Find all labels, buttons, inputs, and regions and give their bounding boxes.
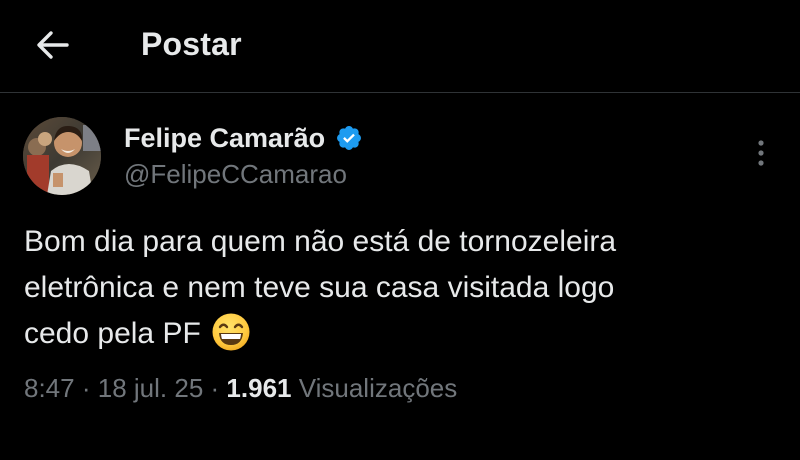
author-handle[interactable]: @FelipeCCamarao	[124, 157, 347, 191]
post-text: Bom dia para quem não está de tornozelei…	[24, 219, 784, 357]
avatar[interactable]	[23, 117, 101, 195]
more-vertical-icon	[758, 140, 764, 166]
more-options-button[interactable]	[746, 133, 776, 173]
post-text-line: eletrônica e nem teve sua casa visitada …	[24, 271, 615, 304]
arrow-left-icon	[37, 31, 69, 59]
author-row: Felipe Camarão	[124, 121, 363, 155]
top-bar: Postar	[0, 0, 800, 93]
post-text-line: cedo pela PF	[24, 311, 784, 357]
meta-separator: ·	[81, 373, 91, 403]
post-text-line-content: cedo pela PF	[24, 317, 201, 350]
post-detail-screen: Postar Felipe Camarão @FelipeCCamarao Bo…	[0, 0, 800, 460]
grinning-face-icon	[212, 313, 250, 351]
post: Felipe Camarão @FelipeCCamarao Bom dia p…	[0, 93, 800, 460]
post-metadata: 8:47 · 18 jul. 25 · 1.961 Visualizações	[24, 371, 457, 405]
post-text-line: Bom dia para quem não está de tornozelei…	[24, 225, 617, 258]
verified-badge-icon	[337, 126, 362, 150]
avatar-photo	[23, 117, 101, 195]
post-date[interactable]: 18 jul. 25	[98, 373, 204, 403]
views-count: 1.961	[226, 373, 292, 403]
views-label: Visualizações	[298, 373, 458, 403]
author-name[interactable]: Felipe Camarão	[124, 121, 325, 155]
meta-separator: ·	[210, 373, 220, 403]
post-time[interactable]: 8:47	[24, 373, 75, 403]
back-button[interactable]	[30, 22, 76, 68]
page-title: Postar	[141, 26, 242, 62]
